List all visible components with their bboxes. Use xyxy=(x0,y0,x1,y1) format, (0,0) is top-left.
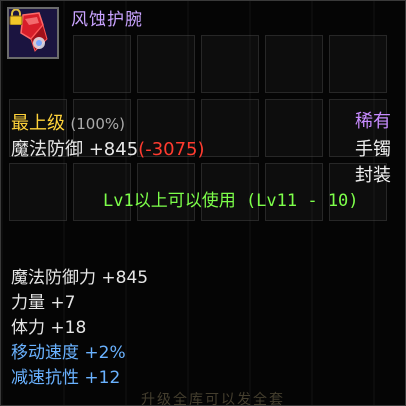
slot-type: 手镯 xyxy=(355,139,391,160)
stat-line-special: 减速抗性 +12 xyxy=(11,368,121,388)
grade-line: 最上级 (100%) xyxy=(11,113,125,135)
item-tooltip: 风蚀护腕 最上级 (100%) 稀有 魔法防御 +845(-3075) 手镯 封… xyxy=(0,0,406,406)
stat-line: 体力 +18 xyxy=(11,318,87,338)
stat-line-special: 移动速度 +2% xyxy=(11,343,126,363)
grade-label: 最上级 xyxy=(11,113,65,134)
magic-defense-line: 魔法防御 +845(-3075) xyxy=(11,139,205,161)
item-icon-frame[interactable] xyxy=(7,7,59,59)
background-slot xyxy=(201,99,259,157)
level-requirement: Lv1以上可以使用 (Lv11 - 10) xyxy=(103,191,359,211)
background-slot xyxy=(201,35,259,93)
magic-defense-value: 魔法防御 +845 xyxy=(11,139,139,160)
seal-status: 封装 xyxy=(355,165,391,186)
background-slot xyxy=(265,35,323,93)
stat-line: 力量 +7 xyxy=(11,293,76,313)
stat-line: 魔法防御力 +845 xyxy=(11,268,149,288)
lock-icon xyxy=(9,9,23,25)
background-slot xyxy=(265,99,323,157)
grade-percent: (100%) xyxy=(70,115,125,133)
magic-defense-diff: (-3075) xyxy=(138,139,205,160)
background-slot xyxy=(9,163,67,221)
footer-watermark: 升级全库可以发全套 xyxy=(141,392,285,406)
background-slot xyxy=(329,35,387,93)
item-name: 风蚀护腕 xyxy=(71,10,143,30)
rarity-label: 稀有 xyxy=(355,111,391,132)
background-slot xyxy=(73,35,131,93)
background-slot xyxy=(137,35,195,93)
